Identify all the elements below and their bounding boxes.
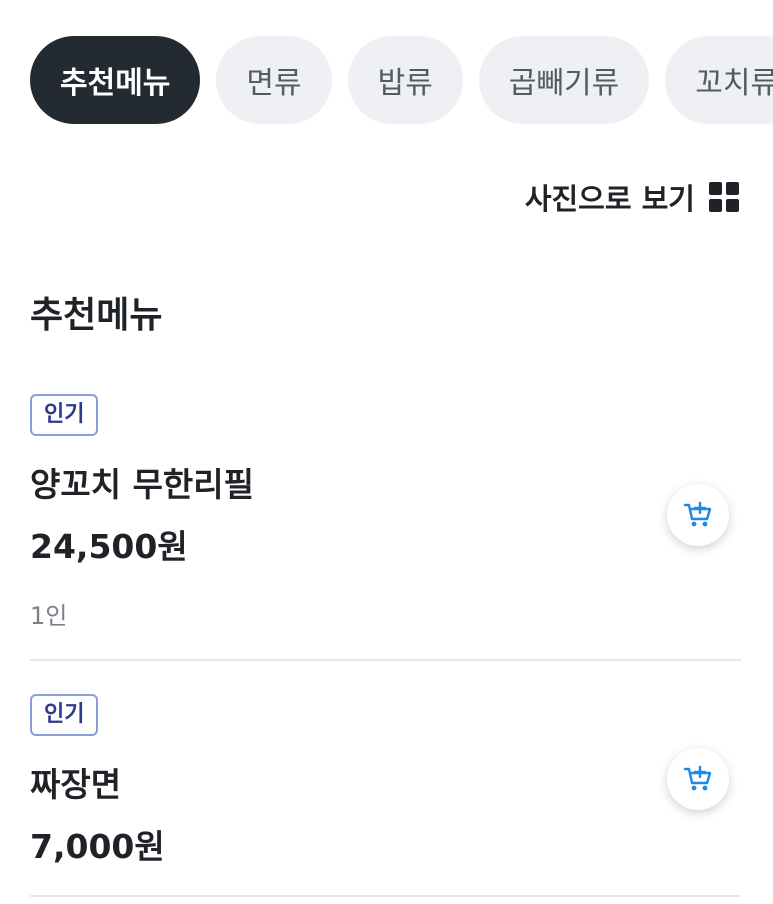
menu-item-name: 양꼬치 무한리필: [30, 465, 255, 504]
menu-item-price: 7,000원: [30, 827, 165, 866]
popular-badge: 인기: [30, 694, 99, 736]
section-title: 추천메뉴: [30, 295, 163, 336]
tab-recommended[interactable]: 추천메뉴: [30, 36, 201, 124]
tab-large-portion[interactable]: 곱빼기류: [478, 36, 650, 124]
tab-noodles[interactable]: 면류: [216, 36, 332, 124]
category-tabs: 추천메뉴 면류 밥류 곱빼기류 꼬치류: [30, 36, 773, 124]
menu-item[interactable]: 인기 양꼬치 무한리필 24,500원 1인: [30, 394, 741, 658]
photo-view-label: 사진으로 보기: [524, 182, 695, 216]
menu-item-name: 짜장면: [30, 765, 122, 804]
tab-rice[interactable]: 밥류: [347, 36, 463, 124]
photo-view-toggle[interactable]: 사진으로 보기: [525, 176, 739, 218]
item-divider: [30, 895, 741, 897]
menu-item[interactable]: 인기 짜장면 7,000원: [30, 694, 741, 894]
add-to-cart-button[interactable]: [667, 748, 729, 810]
cart-add-icon: [683, 765, 712, 791]
menu-item-description: 1인: [30, 602, 68, 630]
cart-add-icon: [683, 501, 712, 527]
menu-item-price: 24,500원: [30, 527, 188, 566]
menu-page: 추천메뉴 면류 밥류 곱빼기류 꼬치류 사진으로 보기 추천메뉴 인기 양꼬치 …: [0, 0, 773, 904]
tab-skewers[interactable]: 꼬치류: [665, 36, 773, 124]
item-divider: [30, 659, 741, 661]
grid-icon: [709, 182, 739, 212]
add-to-cart-button[interactable]: [667, 484, 729, 546]
popular-badge: 인기: [30, 394, 99, 436]
